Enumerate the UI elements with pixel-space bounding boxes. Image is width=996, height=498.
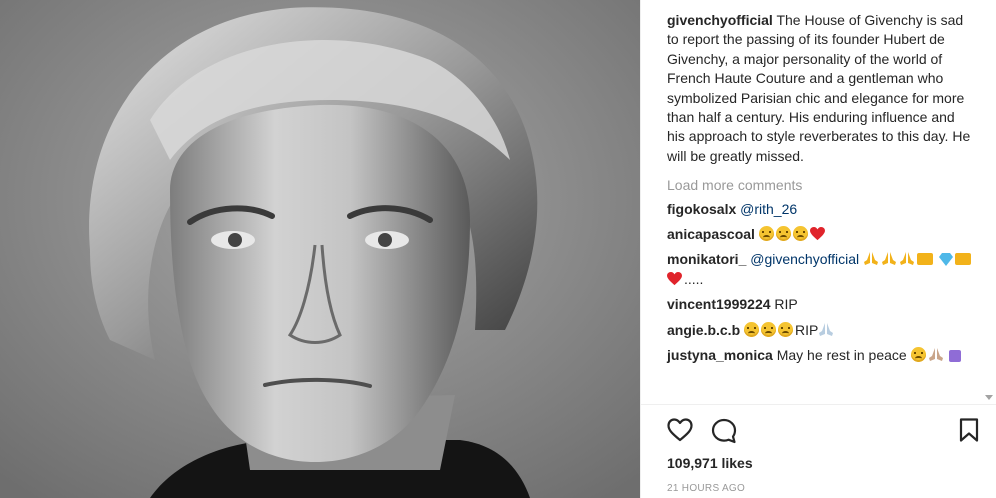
- load-more-comments-link[interactable]: Load more comments: [667, 176, 981, 195]
- comment-bubble-icon[interactable]: [711, 418, 737, 444]
- post-timestamp[interactable]: 21 HOURS AGO: [667, 483, 745, 494]
- post-photo[interactable]: [0, 0, 640, 498]
- comment-mention[interactable]: @rith_26: [740, 201, 797, 217]
- sad-face-emoji-icon: [792, 226, 808, 242]
- praying-hands-emoji-icon: [900, 252, 915, 266]
- sad-face-emoji-icon: [775, 226, 791, 242]
- like-heart-icon[interactable]: [667, 418, 693, 444]
- sad-face-emoji-icon: [744, 321, 760, 337]
- red-heart-emoji-icon: [809, 227, 825, 241]
- caption-text: The House of Givenchy is sad to report t…: [667, 12, 971, 164]
- praying-hands-emoji-icon: [864, 252, 879, 266]
- post-actions: 109,971 likes 21 HOURS AGO: [641, 404, 996, 494]
- praying-hands-emoji-icon: [928, 348, 943, 362]
- comment-text: May he rest in peace: [776, 347, 907, 364]
- sad-face-emoji-icon: [778, 321, 794, 337]
- comment-username[interactable]: angie.b.c.b: [667, 322, 740, 338]
- praying-hands-emoji-icon: [882, 252, 897, 266]
- gem-emoji-icon: [938, 253, 953, 267]
- save-bookmark-icon[interactable]: [959, 418, 985, 444]
- comment-username[interactable]: anicapascoal: [667, 226, 755, 242]
- sad-face-emoji-icon: [761, 321, 777, 337]
- comments-list[interactable]: givenchyofficial The House of Givenchy i…: [641, 0, 981, 404]
- cross-emoji-icon: [949, 350, 962, 363]
- comment-username[interactable]: justyna_monica: [667, 347, 773, 363]
- comment-mention[interactable]: @givenchyofficial: [750, 251, 859, 267]
- comment-item: justyna_monica May he rest in peace: [667, 346, 981, 365]
- comment-username[interactable]: figokosalx: [667, 201, 736, 217]
- comment-item: monikatori_ @givenchyofficial .....: [667, 250, 981, 289]
- action-icons-row: [641, 405, 996, 451]
- post-side-panel: givenchyofficial The House of Givenchy i…: [640, 0, 996, 498]
- comment-text: RIP: [795, 321, 819, 338]
- comment-item: figokosalx @rith_26: [667, 200, 981, 219]
- likes-count[interactable]: 109,971 likes: [667, 455, 753, 471]
- scroll-down-arrow-icon[interactable]: [985, 395, 993, 400]
- portrait-image: [0, 0, 640, 498]
- comment-item: angie.b.c.b RIP: [667, 321, 981, 340]
- comment-text: RIP: [774, 296, 798, 313]
- post-caption: givenchyofficial The House of Givenchy i…: [667, 11, 981, 166]
- sad-face-emoji-icon: [758, 226, 774, 242]
- instagram-post: givenchyofficial The House of Givenchy i…: [0, 0, 996, 498]
- red-heart-emoji-icon: [667, 271, 682, 285]
- comment-item: anicapascoal: [667, 225, 981, 244]
- comment-username[interactable]: monikatori_: [667, 251, 746, 267]
- caption-username[interactable]: givenchyofficial: [667, 12, 773, 28]
- comment-username[interactable]: vincent1999224: [667, 296, 771, 312]
- praying-hands-emoji-icon: [819, 322, 834, 336]
- comments-scrollbar[interactable]: [984, 0, 994, 404]
- pensive-face-emoji-icon: [910, 347, 926, 363]
- comment-text: .....: [684, 270, 704, 287]
- crown-emoji-icon: [954, 253, 971, 266]
- comment-item: vincent1999224 RIP: [667, 295, 981, 314]
- crown-emoji-icon: [917, 253, 934, 266]
